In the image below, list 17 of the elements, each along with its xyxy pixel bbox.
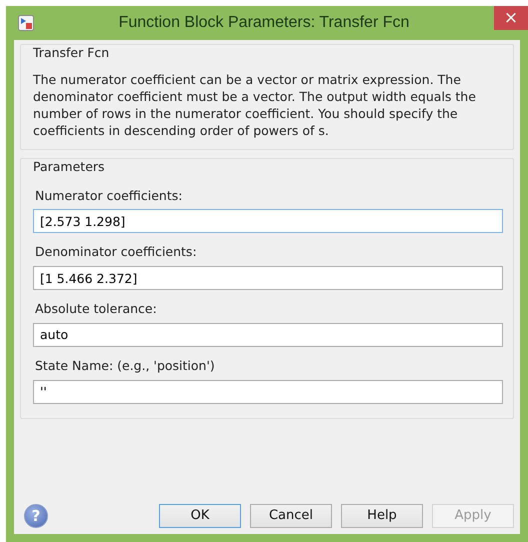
field-label: Numerator coefficients: bbox=[35, 186, 184, 204]
window-title: Function Block Parameters: Transfer Fcn bbox=[118, 13, 410, 33]
group-title: Transfer Fcn bbox=[33, 44, 110, 62]
dialog-button[interactable]: OK bbox=[159, 504, 241, 528]
field-label: Denominator coefficients: bbox=[35, 243, 198, 262]
close-button[interactable]: × bbox=[494, 6, 528, 30]
field-label: Absolute tolerance: bbox=[35, 300, 158, 318]
group-title: Parameters bbox=[33, 158, 106, 176]
dialog-button[interactable]: Cancel bbox=[250, 504, 332, 528]
description-text: The numerator coefficient can be a vector or matrix expression. The denominator coefficient must be a vector. The output width equals the number of rows in the numerator coefficient. You should specify the coefficients in descending order of powers of s. bbox=[33, 70, 477, 139]
input-field[interactable]: '' bbox=[33, 380, 503, 404]
app-icon bbox=[18, 15, 34, 31]
input-field[interactable]: [2.573 1.298] bbox=[33, 209, 503, 234]
field-label: State Name: (e.g., 'position') bbox=[35, 356, 216, 375]
input-field[interactable]: auto bbox=[33, 322, 503, 347]
input-field[interactable]: [1 5.466 2.372] bbox=[33, 266, 503, 290]
dialog-button[interactable]: Help bbox=[341, 504, 423, 528]
